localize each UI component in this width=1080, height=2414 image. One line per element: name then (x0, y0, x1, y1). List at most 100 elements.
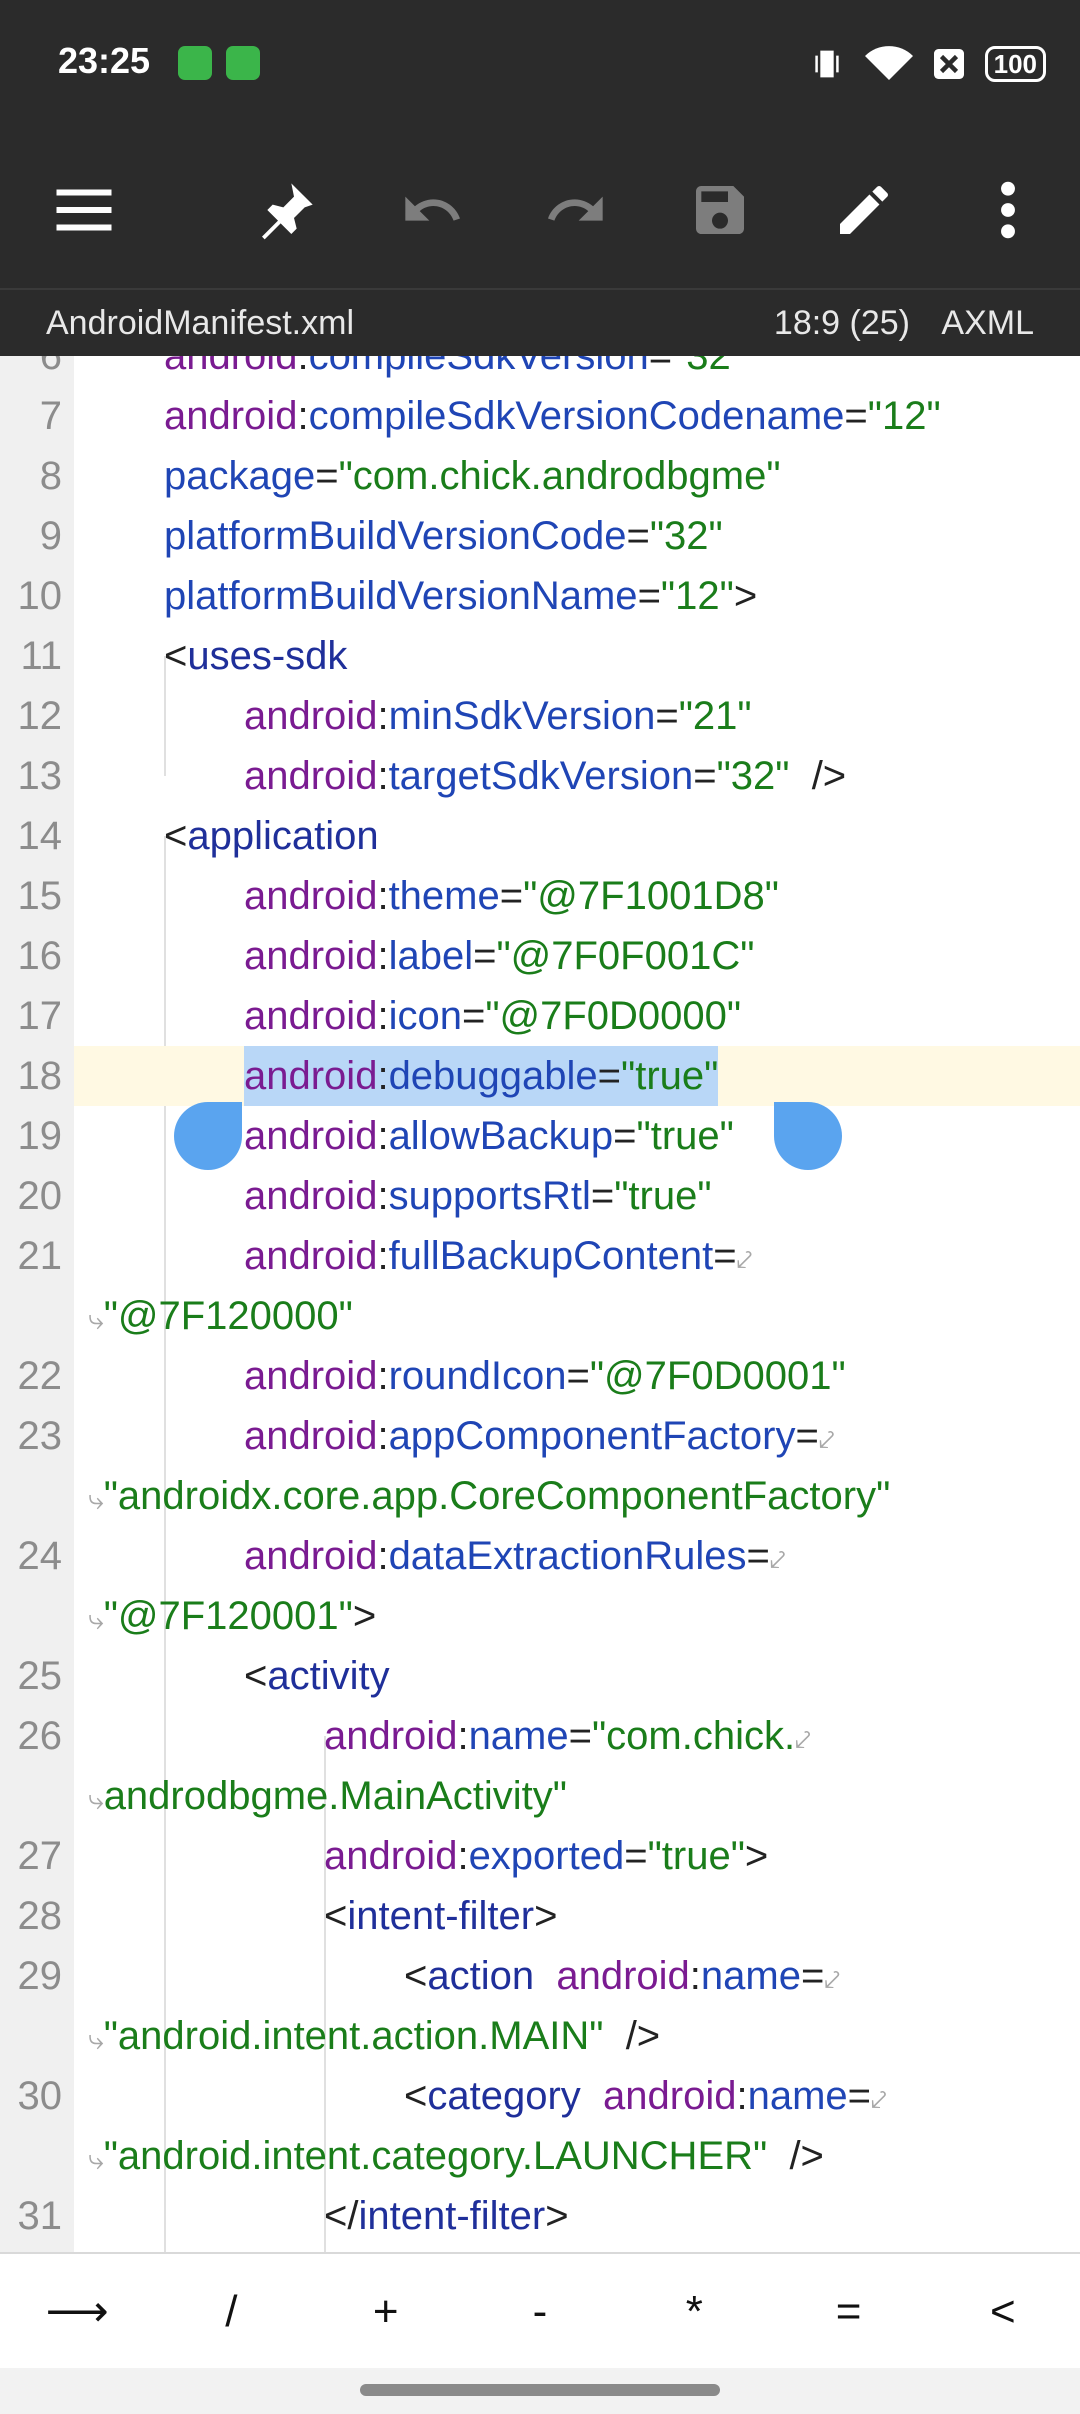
code-string: "@7F0D0001" (589, 1354, 846, 1398)
pin-button[interactable] (250, 174, 322, 246)
code-punct: > (534, 1894, 558, 1938)
code-punct: = (648, 356, 673, 378)
line-number: 13 (17, 754, 63, 798)
code-string: "@7F1001D8" (523, 874, 779, 918)
code-punct: > (744, 1834, 769, 1878)
code-tag: application (187, 814, 379, 858)
code-line-wrapped: ⤷"@7F120000" (0, 1286, 1080, 1346)
code-punct: = (746, 1534, 770, 1578)
code-tag: activity (267, 1654, 390, 1698)
code-line-wrapped: ⤷"androidx.core.app.CoreComponentFactory… (0, 1466, 1080, 1526)
code-punct: = (795, 1414, 819, 1458)
code-string: "21" (678, 694, 752, 738)
code-punct: : (377, 1534, 389, 1578)
code-string: "32" (672, 356, 745, 378)
line-number: 17 (17, 994, 63, 1038)
code-punct: = (461, 994, 486, 1038)
code-namespace: android (164, 356, 298, 378)
key-tab[interactable]: ⟶ (0, 2254, 154, 2370)
status-bar: 23:25 100 (0, 0, 1080, 130)
edit-button[interactable] (828, 174, 900, 246)
code-tag: category (427, 2074, 581, 2118)
key-equals[interactable]: = (771, 2254, 925, 2370)
code-namespace: android (244, 694, 378, 738)
wrap-out-icon: ⤦ (795, 1724, 811, 1755)
key-plus[interactable]: + (309, 2254, 463, 2370)
code-string: "android.intent.category.LAUNCHER" (103, 2134, 768, 2178)
key-asterisk[interactable]: * (617, 2254, 771, 2370)
code-line: 30 <category android:name=⤦ (0, 2066, 1080, 2126)
menu-button[interactable] (48, 174, 120, 246)
code-line: 24 android:dataExtractionRules=⤦ (0, 1526, 1080, 1586)
key-minus[interactable]: - (463, 2254, 617, 2370)
file-mode[interactable]: AXML (941, 304, 1034, 343)
code-tag: action (427, 1954, 535, 1998)
text-selection[interactable]: android:debuggable="true" (244, 1046, 719, 1106)
code-line: 19 android:allowBackup="true" (0, 1106, 1080, 1166)
code-punct: = (713, 1234, 737, 1278)
code-punct: : (377, 994, 389, 1038)
wrap-out-icon: ⤦ (824, 1964, 841, 1995)
key-less-than[interactable]: < (926, 2254, 1080, 2370)
code-punct: = (847, 2074, 871, 2118)
code-punct: : (377, 1054, 389, 1098)
code-namespace: android (244, 1054, 378, 1098)
line-number: 30 (17, 2074, 63, 2118)
line-number: 22 (17, 1354, 63, 1398)
code-string: "true" (621, 1054, 719, 1098)
line-number: 26 (17, 1714, 63, 1758)
code-namespace: android (244, 874, 378, 918)
code-punct: : (377, 1114, 389, 1158)
code-namespace: android (324, 1714, 458, 1758)
code-punct: = (566, 1354, 590, 1398)
line-number: 16 (17, 934, 63, 978)
wrap-out-icon: ⤦ (818, 1424, 835, 1455)
save-button[interactable] (684, 174, 756, 246)
code-line: 28 <intent-filter> (0, 1886, 1080, 1946)
code-namespace: android (244, 1234, 378, 1278)
code-punct: : (377, 1354, 389, 1398)
redo-button[interactable] (540, 174, 612, 246)
code-line: 29 <action android:name=⤦ (0, 1946, 1080, 2006)
code-editor[interactable]: 6 android:compileSdkVersion="32" 7 andro… (0, 356, 1080, 2252)
code-namespace: android (244, 1534, 378, 1578)
selection-end-handle[interactable] (774, 1102, 842, 1170)
code-punct: /> (811, 754, 847, 798)
code-attribute: name (700, 1954, 801, 1998)
code-line: 23 android:appComponentFactory=⤦ (0, 1406, 1080, 1466)
notification-app-icon (178, 46, 212, 80)
code-punct: : (297, 394, 309, 438)
code-line: 17 android:icon="@7F0D0000" (0, 986, 1080, 1046)
code-namespace: android (324, 1834, 458, 1878)
code-attribute: targetSdkVersion (388, 754, 694, 798)
menu-icon (56, 189, 112, 231)
code-punct: = (800, 1954, 825, 1998)
code-namespace: android (556, 1954, 690, 1998)
code-attribute: exported (468, 1834, 625, 1878)
line-number: 25 (17, 1654, 63, 1698)
code-attribute: package (164, 454, 316, 498)
key-slash[interactable]: / (154, 2254, 308, 2370)
code-namespace: android (603, 2074, 737, 2118)
wrap-in-icon: ⤷ (88, 1604, 104, 1635)
code-line: 26 android:name="com.chick.⤦ (0, 1706, 1080, 1766)
line-number: 23 (17, 1414, 63, 1458)
code-punct: < (244, 1654, 268, 1698)
undo-button[interactable] (396, 174, 468, 246)
wrap-in-icon: ⤷ (88, 1484, 104, 1515)
selection-start-handle[interactable] (174, 1102, 242, 1170)
more-options-button[interactable] (972, 174, 1044, 246)
line-number: 27 (17, 1834, 63, 1878)
code-string: "12" (867, 394, 941, 438)
line-number: 20 (17, 1174, 63, 1218)
code-attribute: label (388, 934, 474, 978)
code-namespace: android (244, 1174, 378, 1218)
code-namespace: android (244, 994, 378, 1038)
code-punct: /> (625, 2014, 661, 2058)
line-number: 24 (17, 1534, 63, 1578)
line-number: 14 (17, 814, 63, 858)
code-line: 31 </intent-filter> (0, 2186, 1080, 2246)
line-number: 29 (17, 1954, 63, 1998)
home-gesture-pill[interactable] (360, 2384, 720, 2396)
line-number: 7 (39, 394, 62, 438)
